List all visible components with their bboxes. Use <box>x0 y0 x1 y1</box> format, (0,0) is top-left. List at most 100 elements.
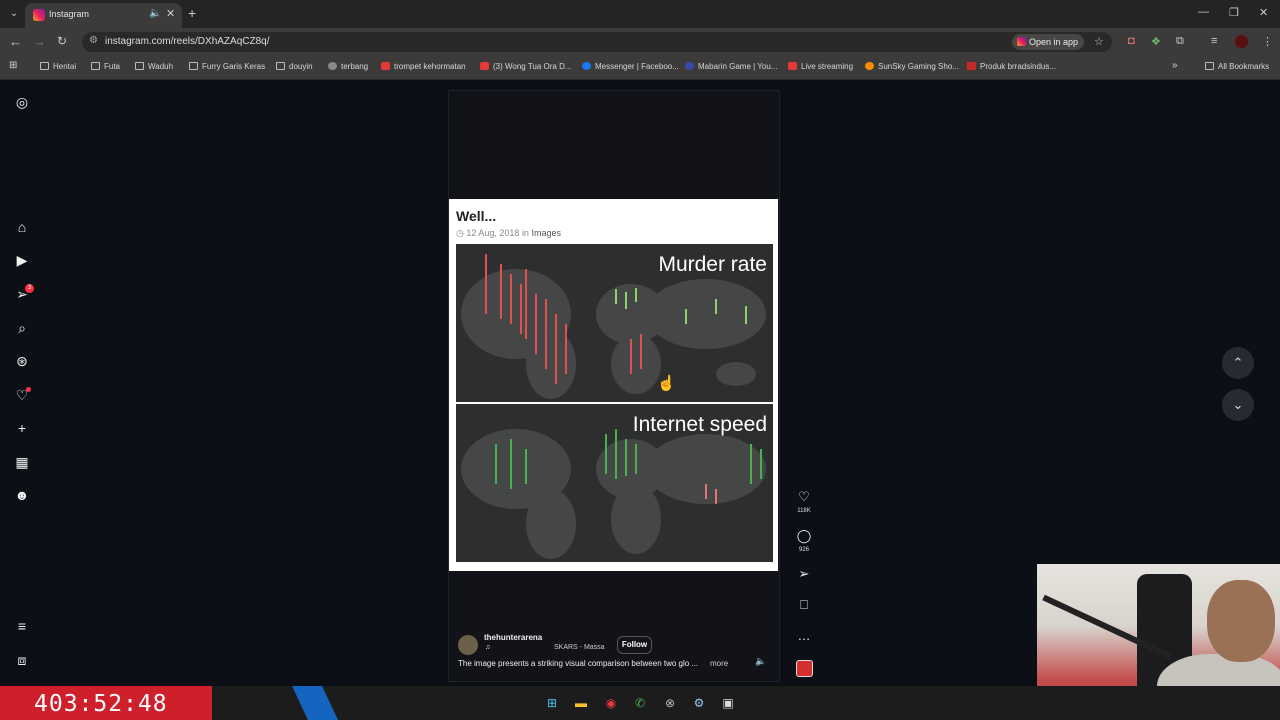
folder-icon <box>276 62 285 70</box>
shop-icon <box>967 62 976 70</box>
more-bookmarks-chevron-icon[interactable]: » <box>1172 60 1178 71</box>
bookmark-label: terbang <box>341 62 369 71</box>
save-bookmark-icon[interactable]: ⎕ <box>795 597 813 613</box>
clock-icon: ◷ <box>456 228 467 238</box>
site-icon <box>328 62 337 70</box>
dashboard-icon[interactable]: ▦ <box>13 453 31 471</box>
follow-button[interactable]: Follow <box>617 636 652 654</box>
bookmark-label: All Bookmarks <box>1218 62 1270 71</box>
instagram-favicon-icon <box>33 9 45 21</box>
site-icon <box>865 62 874 70</box>
site-info-icon[interactable]: ⚙ <box>89 35 98 46</box>
username[interactable]: thehunterarena <box>484 633 542 642</box>
game-app-icon[interactable]: ▣ <box>720 695 736 711</box>
chrome-icon[interactable]: ◉ <box>603 695 619 711</box>
folder-icon <box>135 62 144 70</box>
mute-speaker-icon[interactable]: 🔈 <box>755 656 766 667</box>
whatsapp-icon[interactable]: ✆ <box>632 695 648 711</box>
site-icon <box>685 62 694 70</box>
instagram-icon <box>1017 37 1026 46</box>
open-in-app-button[interactable]: Open in app <box>1012 34 1084 50</box>
map-label-internet-speed: Internet speed <box>633 413 767 436</box>
bookmark-link[interactable]: SunSky Gaming Sho... <box>865 62 959 71</box>
caption-more-link[interactable]: more <box>710 659 728 668</box>
timer-text: 403:52:48 <box>34 691 168 717</box>
extension-badge-icon[interactable]: ◘ <box>1128 35 1135 47</box>
steam-icon[interactable]: ⚙ <box>691 695 707 711</box>
next-reel-chevron-down-icon[interactable]: ⌄ <box>1222 389 1254 421</box>
share-icon[interactable]: ➢ <box>795 566 813 582</box>
new-tab-icon[interactable]: + <box>188 5 196 21</box>
bookmark-link[interactable]: (3) Wong Tua Ora D... <box>480 62 572 71</box>
bookmark-link[interactable]: Messenger | Faceboo... <box>582 62 679 71</box>
facebook-icon <box>582 62 591 70</box>
reels-icon[interactable]: ▶ <box>13 251 31 269</box>
bookmark-label: douyin <box>289 62 313 71</box>
home-icon[interactable]: ⌂ <box>13 218 31 236</box>
avatar[interactable] <box>458 635 478 655</box>
profile-avatar[interactable] <box>1235 35 1248 48</box>
bookmark-label: (3) Wong Tua Ora D... <box>493 62 572 71</box>
bookmark-star-icon[interactable]: ☆ <box>1094 35 1104 48</box>
youtube-icon <box>480 62 489 70</box>
previous-reel-chevron-up-icon[interactable]: ⌃ <box>1222 347 1254 379</box>
minimize-icon[interactable]: — <box>1198 6 1209 18</box>
all-bookmarks-folder[interactable]: All Bookmarks <box>1205 62 1269 71</box>
map-label-murder-rate: Murder rate <box>658 253 767 276</box>
murder-rate-map-graphic: Murder rate <box>461 253 767 399</box>
more-options-icon[interactable]: … <box>795 628 813 643</box>
bookmark-link[interactable]: Produk brradsindus... <box>967 62 1056 71</box>
audio-track[interactable]: SKARS - Massa <box>554 644 605 651</box>
reload-icon[interactable]: ↻ <box>57 34 67 48</box>
folder-icon <box>40 62 49 70</box>
restore-icon[interactable]: ❐ <box>1229 6 1239 19</box>
profile-icon[interactable]: ☻ <box>13 486 31 504</box>
back-arrow-icon[interactable]: ← <box>9 34 22 49</box>
internet-speed-map: Internet speed <box>456 404 773 562</box>
address-bar[interactable]: ⚙ instagram.com/reels/DXhAZAqCZ8q/ <box>82 32 1112 52</box>
bookmark-link[interactable]: Live streaming <box>788 62 853 71</box>
apps-grid-icon[interactable]: ⊞ <box>9 60 17 71</box>
audio-thumbnail[interactable] <box>796 660 813 677</box>
bookmark-folder[interactable]: Waduh <box>135 62 173 71</box>
caption-text: The image presents a striking visual com… <box>458 659 699 668</box>
bookmark-link[interactable]: trompet kehormatan <box>381 62 466 71</box>
windows-start-icon[interactable]: ⊞ <box>544 695 560 711</box>
comment-count: 926 <box>798 547 809 553</box>
url-text: instagram.com/reels/DXhAZAqCZ8q/ <box>105 36 270 47</box>
like-heart-icon[interactable]: ♡ <box>795 489 813 505</box>
more-menu-icon[interactable]: ≡ <box>13 617 31 635</box>
youtube-icon <box>381 62 390 70</box>
app-icon[interactable]: ⊗ <box>662 695 678 711</box>
bookmark-folder[interactable]: Futa <box>91 62 120 71</box>
create-plus-icon[interactable]: + <box>13 419 31 437</box>
bookmark-link[interactable]: Mabarin Game | You... <box>685 62 777 71</box>
instagram-logo-icon[interactable]: ◎ <box>13 93 31 111</box>
close-tab-icon[interactable]: ✕ <box>166 7 175 20</box>
extensions-puzzle-icon[interactable]: ⧉ <box>1176 35 1184 48</box>
folder-icon <box>189 62 198 70</box>
tab-search-chevron-icon[interactable]: ⌄ <box>6 6 22 22</box>
menu-kebab-icon[interactable]: ⋮ <box>1262 35 1273 48</box>
music-note-icon: ♫ <box>485 644 491 651</box>
comment-icon[interactable]: ◯ <box>795 528 813 544</box>
file-explorer-icon[interactable]: ▬ <box>573 695 589 711</box>
bookmark-folder[interactable]: Hentai <box>40 62 76 71</box>
extension-leaf-icon[interactable]: ❖ <box>1151 35 1161 48</box>
bookmark-folder[interactable]: douyin <box>276 62 313 71</box>
media-control-icon[interactable]: ≡ <box>1211 35 1217 47</box>
speaker-icon[interactable]: 🔈 <box>149 8 161 19</box>
close-window-icon[interactable]: ✕ <box>1259 6 1268 19</box>
bookmark-folder[interactable]: Furry Garis Keras <box>189 62 265 71</box>
bookmark-label: Waduh <box>148 62 174 71</box>
bookmark-label: Furry Garis Keras <box>202 62 266 71</box>
bookmark-label: Live streaming <box>801 62 854 71</box>
browser-tab-instagram[interactable]: Instagram 🔈 ✕ <box>25 3 182 28</box>
explore-compass-icon[interactable]: ⊛ <box>13 352 31 370</box>
notification-dot <box>26 387 31 392</box>
also-from-meta-icon[interactable]: ⧈ <box>13 651 31 669</box>
search-icon[interactable]: ⌕ <box>13 319 31 337</box>
bookmark-label: Futa <box>104 62 121 71</box>
forward-arrow-icon[interactable]: → <box>33 34 46 49</box>
bookmark-link[interactable]: terbang <box>328 62 368 71</box>
